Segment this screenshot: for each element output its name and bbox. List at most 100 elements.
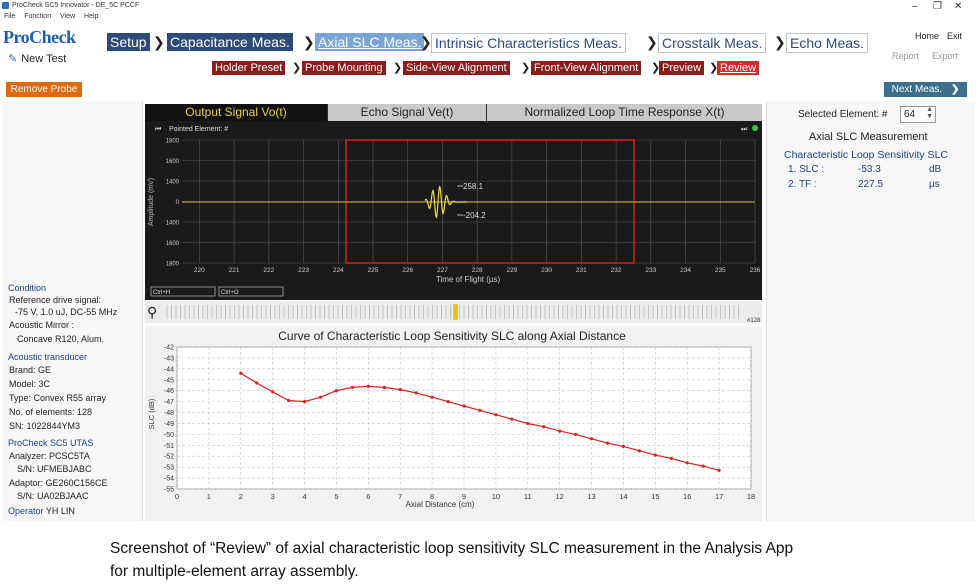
substep-holder-preset[interactable]: Holder Preset — [212, 61, 286, 75]
slc-data-point — [605, 441, 610, 445]
tf-value: 227.5 — [858, 179, 884, 190]
scope-ytick-label: 1800 — [166, 262, 180, 268]
tab-normalized-loop[interactable]: Normalized Loop Time Response X(t) — [487, 104, 762, 121]
scope-ytick-label: 1600 — [166, 241, 180, 247]
report-link[interactable]: Report — [892, 51, 919, 61]
type-value: Type: Convex R55 array — [9, 393, 107, 403]
new-test-button[interactable]: ✎ New Test — [8, 52, 66, 65]
scope-ytick-label: 1600 — [166, 159, 180, 165]
scope-xtick-label: 227 — [437, 267, 448, 274]
menu-help[interactable]: Help — [84, 13, 98, 20]
next-element-icon[interactable]: ⏭ — [741, 126, 748, 133]
chart-ytick-label: -48 — [164, 410, 174, 417]
peak-pos-label: 258.1 — [463, 182, 484, 191]
close-icon[interactable]: ✕ — [954, 1, 962, 12]
minimize-icon[interactable]: – — [912, 1, 918, 12]
scope-xtick-label: 221 — [229, 267, 240, 274]
chart-ytick-label: -47 — [164, 399, 174, 406]
substep-side-view[interactable]: Side-View Alignment — [403, 61, 510, 75]
selected-element-marker[interactable] — [453, 304, 458, 320]
slc-data-point — [318, 395, 323, 399]
substep-preview[interactable]: Preview — [659, 61, 705, 75]
element-strip: ⚲ #128 — [145, 301, 762, 324]
chart-xtick-label: 12 — [555, 492, 563, 501]
caption-line-2: for multiple-element array assembly. — [110, 563, 359, 580]
results-panel: Selected Element: # 64 ▲ ▼ Axial SLC Meas… — [766, 101, 975, 521]
scope-xtick-label: 222 — [263, 267, 274, 274]
slc-data-point — [558, 429, 562, 433]
menu-bar: File Function View Help — [4, 13, 105, 20]
selected-element-value: 64 — [904, 109, 916, 120]
scope-xtick-label: 233 — [645, 267, 656, 274]
chart-xtick-label: 15 — [651, 492, 659, 501]
ref-drive-value: -75 V, 1.0 uJ, DC-55 MHz — [15, 307, 118, 317]
slc-data-point — [621, 444, 625, 448]
next-meas-button[interactable]: Next Meas. ❯ — [884, 82, 967, 97]
step-axial-slc[interactable]: Axial SLC Meas. — [315, 33, 425, 51]
adaptor-sn: S/N: UA02BJAAC — [17, 491, 89, 501]
step-intrinsic[interactable]: Intrinsic Characteristics Meas. — [431, 33, 626, 53]
step-capacitance[interactable]: Capacitance Meas. — [167, 33, 293, 51]
chart-xtick-label: 2 — [239, 492, 243, 501]
chart-title: Curve of Characteristic Loop Sensitivity… — [278, 329, 626, 343]
exit-link[interactable]: Exit — [947, 31, 962, 41]
scope-svg: ⏮ Pointed Element: # ⏭ 258.1 -204.2 1800… — [148, 125, 761, 297]
menu-function[interactable]: Function — [24, 13, 51, 20]
home-link[interactable]: Home — [915, 31, 939, 41]
chart-xtick-label: 6 — [366, 492, 370, 501]
chart-ytick-label: -43 — [164, 355, 174, 362]
scope-xtick-label: 231 — [576, 267, 587, 274]
slc-data-point — [382, 385, 386, 389]
scope-xtick-label: 234 — [680, 267, 691, 274]
brand-value: Brand: GE — [9, 365, 52, 375]
spin-arrows-icon[interactable]: ▲ ▼ — [926, 106, 933, 120]
slc-data-point — [717, 468, 721, 472]
slc-data-point — [271, 390, 275, 394]
chart-ytick-label: -42 — [164, 345, 174, 352]
step-echo[interactable]: Echo Meas. — [786, 33, 868, 53]
chart-xtick-label: 1 — [207, 492, 211, 501]
substep-front-view[interactable]: Front-View Alignment — [531, 61, 642, 75]
slc-data-point — [526, 421, 530, 426]
slc-data-point — [510, 417, 514, 421]
menu-file[interactable]: File — [4, 13, 15, 20]
substep-review[interactable]: Review — [717, 61, 760, 75]
slc-data-point — [478, 408, 482, 412]
chevron-right-icon: ❯ — [646, 34, 658, 50]
chevron-right-icon: ❯ — [292, 62, 302, 74]
sensitivity-chart-panel: Curve of Characteristic Loop Sensitivity… — [145, 326, 762, 521]
step-crosstalk[interactable]: Crosstalk Meas. — [658, 33, 767, 53]
tf-unit: µs — [929, 179, 940, 190]
signal-tabs: Output Signal Vo(t) Echo Signal Ve(t) No… — [145, 104, 762, 121]
pin-icon: ✎ — [8, 53, 18, 65]
tab-echo-signal[interactable]: Echo Signal Ve(t) — [328, 104, 486, 121]
remove-probe-button[interactable]: Remove Probe — [6, 82, 82, 97]
tab-output-signal[interactable]: Output Signal Vo(t) — [145, 104, 327, 121]
prev-element-icon[interactable]: ⏮ — [155, 126, 161, 133]
substep-probe-mounting[interactable]: Probe Mounting — [302, 61, 386, 75]
caption-line-1: Screenshot of “Review” of axial characte… — [110, 540, 794, 557]
chevron-right-icon: ❯ — [393, 62, 403, 74]
scope-panel: ⏮ Pointed Element: # ⏭ 258.1 -204.2 1800… — [145, 121, 762, 300]
element-strip-svg: ⚲ #128 — [147, 304, 761, 324]
slc-data-point — [255, 381, 259, 385]
scope-ytick-label: 1400 — [166, 221, 180, 227]
step-setup[interactable]: Setup — [107, 33, 150, 51]
export-link[interactable]: Export — [932, 51, 958, 61]
chart-ytick-label: -46 — [164, 388, 174, 395]
cls-title: Characteristic Loop Sensitivity SLC — [784, 149, 948, 161]
selected-element-spinner[interactable]: 64 ▲ ▼ — [900, 106, 936, 123]
scope-xtick-label: 236 — [750, 267, 761, 274]
chevron-right-icon: ❯ — [521, 62, 531, 74]
chart-xtick-label: 3 — [271, 492, 275, 501]
slc-data-point — [414, 391, 418, 395]
menu-view[interactable]: View — [60, 13, 75, 20]
chart-xtick-label: 16 — [683, 492, 691, 501]
scope-xtick-label: 224 — [333, 267, 344, 274]
element-ticks[interactable] — [166, 305, 739, 319]
chevron-right-icon: ❯ — [153, 34, 165, 50]
chart-ytick-label: -52 — [164, 454, 174, 461]
chart-ytick-label: -50 — [164, 432, 174, 439]
maximize-icon[interactable]: ❐ — [933, 1, 942, 12]
chart-xtick-label: 13 — [587, 492, 595, 501]
